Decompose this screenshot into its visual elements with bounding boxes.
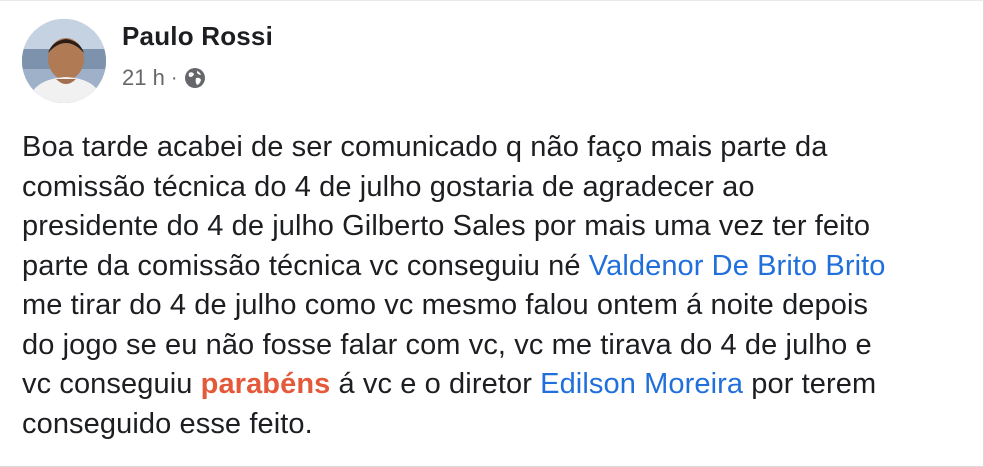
author-name[interactable]: Paulo Rossi	[122, 21, 273, 52]
mention-edilson-link[interactable]: Edilson Moreira	[540, 368, 743, 400]
avatar-photo	[22, 19, 106, 103]
mention-valdenor-link[interactable]: Valdenor De Brito Brito	[589, 250, 886, 282]
highlighted-word: parabéns	[200, 368, 331, 400]
post-text: Boa tarde acabei de ser comunicado q não…	[22, 128, 972, 444]
post-meta: 21 h ·	[122, 65, 206, 91]
post-timestamp[interactable]: 21 h	[122, 65, 165, 91]
meta-separator: ·	[170, 66, 178, 89]
facebook-post: Paulo Rossi 21 h · Boa tarde acabei de s…	[0, 0, 984, 467]
globe-icon[interactable]	[184, 67, 206, 89]
post-text-part: á vc e o diretor	[330, 368, 541, 400]
avatar[interactable]	[22, 19, 106, 103]
